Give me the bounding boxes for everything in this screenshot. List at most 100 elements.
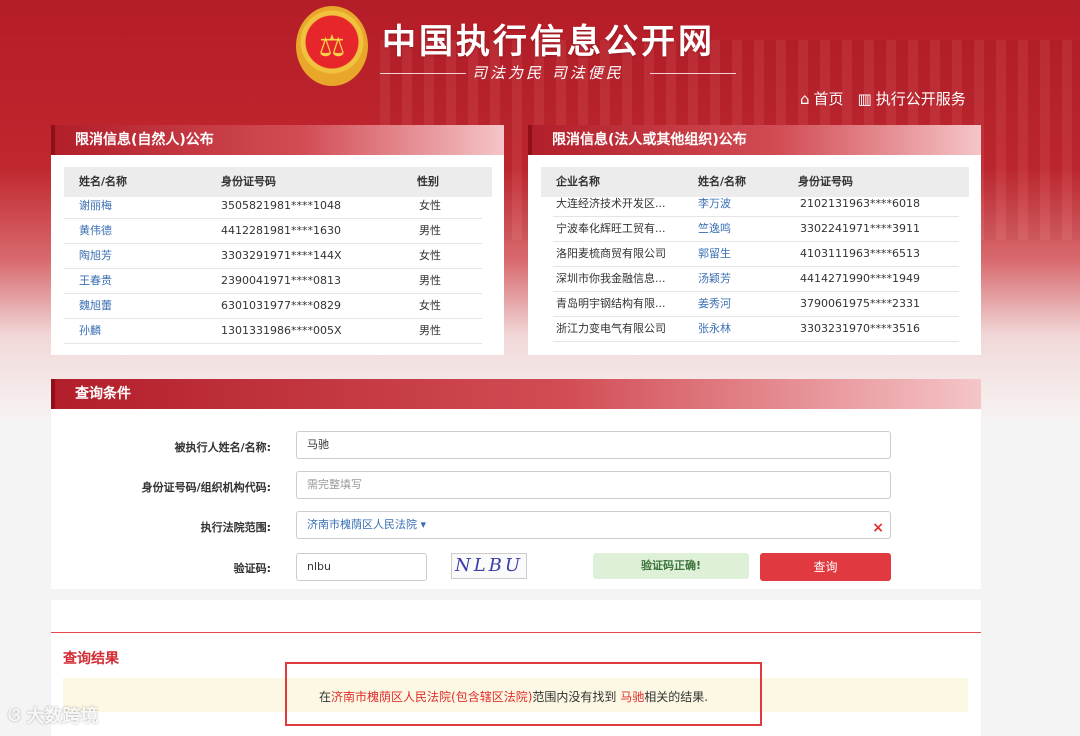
org-company: 宁波奉化辉旺工贸有...	[556, 222, 666, 235]
orgs-panel-title: 限消信息(法人或其他组织)公布	[528, 125, 981, 155]
result-panel: 查询结果 在济南市槐荫区人民法院(包含辖区法院)范围内没有找到 马驰相关的结果.	[51, 600, 981, 736]
person-id: 3303291971****144X	[221, 249, 342, 262]
table-row: 谢丽梅 3505821981****1048 女性	[64, 194, 482, 219]
person-gender: 男性	[419, 324, 441, 337]
id-input-placeholder: 需完整填写	[307, 478, 362, 491]
person-name-link[interactable]: 陶旭芳	[79, 244, 112, 268]
persons-panel-title: 限消信息(自然人)公布	[51, 125, 504, 155]
result-message: 在济南市槐荫区人民法院(包含辖区法院)范围内没有找到 马驰相关的结果.	[319, 688, 708, 705]
result-court: 济南市槐荫区人民法院(包含辖区法院)	[331, 690, 533, 704]
watermark: ଓ 大数跨境	[8, 702, 98, 728]
org-company: 浙江力变电气有限公司	[556, 322, 666, 335]
person-id: 2390041971****0813	[221, 274, 341, 287]
court-select[interactable]: 济南市槐荫区人民法院 ▾ ×	[296, 511, 891, 539]
org-id: 3302241971****3911	[800, 222, 920, 235]
nav-execution-service[interactable]: ▥ 执行公开服务	[858, 88, 966, 109]
person-name-link[interactable]: 黄伟德	[79, 219, 112, 243]
org-name-link[interactable]: 张永林	[698, 317, 731, 341]
nav-home[interactable]: ⌂ 首页	[800, 88, 844, 109]
slogan-line-right	[650, 73, 736, 74]
org-id: 4414271990****1949	[800, 272, 920, 285]
court-select-value: 济南市槐荫区人民法院	[307, 518, 417, 531]
org-id: 3790061975****2331	[800, 297, 920, 310]
id-label: 身份证号码/组织机构代码:	[141, 481, 271, 494]
person-id: 1301331986****005X	[221, 324, 342, 337]
watermark-text: 大数跨境	[26, 706, 99, 727]
org-name-link[interactable]: 竺逸鸣	[698, 217, 731, 241]
name-input[interactable]: 马驰	[296, 431, 891, 459]
person-name-link[interactable]: 魏旭蕾	[79, 294, 112, 318]
bar-chart-icon: ▥	[857, 89, 872, 108]
org-name-link[interactable]: 郭留生	[698, 242, 731, 266]
org-name-link[interactable]: 姜秀河	[698, 292, 731, 316]
id-input[interactable]: 需完整填写	[296, 471, 891, 499]
person-gender: 女性	[419, 199, 441, 212]
name-label: 被执行人姓名/名称:	[174, 441, 271, 454]
person-id: 6301031977****0829	[221, 299, 341, 312]
query-panel-title: 查询条件	[51, 379, 981, 409]
org-company: 洛阳麦梳商贸有限公司	[556, 247, 666, 260]
col-gender: 性别	[417, 175, 439, 188]
name-input-value: 马驰	[307, 438, 329, 451]
person-id: 4412281981****1630	[221, 224, 341, 237]
court-emblem-logo: ⚖	[296, 6, 368, 86]
captcha-status: 验证码正确!	[593, 553, 749, 579]
court-label: 执行法院范围:	[200, 521, 271, 534]
person-id: 3505821981****1048	[221, 199, 341, 212]
result-name: 马驰	[620, 690, 645, 704]
table-row: 魏旭蕾 6301031977****0829 女性	[64, 294, 482, 319]
caret-down-icon: ▾	[420, 518, 427, 531]
site-title: 中国执行信息公开网	[382, 22, 715, 62]
org-name-link[interactable]: 李万波	[698, 192, 731, 216]
org-id: 2102131963****6018	[800, 197, 920, 210]
person-gender: 男性	[419, 274, 441, 287]
clear-icon[interactable]: ×	[872, 515, 884, 541]
table-row: 浙江力变电气有限公司 张永林 3303231970****3516	[553, 317, 959, 342]
scales-emblem-icon: ⚖	[296, 6, 368, 86]
table-row: 宁波奉化辉旺工贸有... 竺逸鸣 3302241971****3911	[553, 217, 959, 242]
table-row: 陶旭芳 3303291971****144X 女性	[64, 244, 482, 269]
slogan-line-left	[380, 73, 466, 74]
captcha-input-value: nlbu	[307, 560, 331, 573]
table-row: 孙麟 1301331986****005X 男性	[64, 319, 482, 344]
captcha-input[interactable]: nlbu	[296, 553, 427, 581]
org-company: 深圳市你我金融信息...	[556, 272, 666, 285]
table-row: 王春贵 2390041971****0813 男性	[64, 269, 482, 294]
persons-table-header: 姓名/名称 身份证号码 性别	[64, 167, 492, 197]
captcha-label: 验证码:	[233, 562, 271, 575]
persons-panel: 限消信息(自然人)公布 姓名/名称 身份证号码 性别 谢丽梅 3505821981…	[51, 125, 504, 355]
table-row: 洛阳麦梳商贸有限公司 郭留生 4103111963****6513	[553, 242, 959, 267]
orgs-panel: 限消信息(法人或其他组织)公布 企业名称 姓名/名称 身份证号码 大连经济技术开…	[528, 125, 981, 355]
person-name-link[interactable]: 孙麟	[79, 319, 101, 343]
org-id: 3303231970****3516	[800, 322, 920, 335]
watermark-logo-icon: ଓ	[8, 704, 21, 726]
person-gender: 女性	[419, 249, 441, 262]
person-name-link[interactable]: 谢丽梅	[79, 194, 112, 218]
result-title: 查询结果	[63, 651, 119, 667]
org-company: 青岛明宇钢结构有限...	[556, 297, 666, 310]
slogan: 司法为民 司法便民	[472, 64, 624, 82]
result-divider	[51, 632, 981, 633]
result-mid: 范围内没有找到	[532, 690, 621, 704]
table-row: 深圳市你我金融信息... 汤颖芳 4414271990****1949	[553, 267, 959, 292]
col-id: 身份证号码	[221, 175, 276, 188]
home-icon: ⌂	[800, 89, 810, 108]
top-nav: ⌂ 首页 ▥ 执行公开服务	[800, 88, 966, 109]
captcha-image[interactable]: NLBU	[451, 553, 527, 579]
org-name-link[interactable]: 汤颖芳	[698, 267, 731, 291]
person-gender: 女性	[419, 299, 441, 312]
person-name-link[interactable]: 王春贵	[79, 269, 112, 293]
table-row: 青岛明宇钢结构有限... 姜秀河 3790061975****2331	[553, 292, 959, 317]
table-row: 黄伟德 4412281981****1630 男性	[64, 219, 482, 244]
org-id: 4103111963****6513	[800, 247, 920, 260]
person-gender: 男性	[419, 224, 441, 237]
org-company: 大连经济技术开发区...	[556, 197, 666, 210]
nav-execution-service-label: 执行公开服务	[875, 90, 966, 108]
table-row: 大连经济技术开发区... 李万波 2102131963****6018	[553, 192, 959, 217]
result-prefix: 在	[319, 690, 332, 704]
col-name: 姓名/名称	[79, 175, 128, 188]
search-button[interactable]: 查询	[760, 553, 891, 581]
result-suffix: 相关的结果.	[644, 690, 709, 704]
query-panel: 查询条件 被执行人姓名/名称: 马驰 身份证号码/组织机构代码: 需完整填写 执…	[51, 379, 981, 589]
nav-home-label: 首页	[813, 90, 844, 108]
